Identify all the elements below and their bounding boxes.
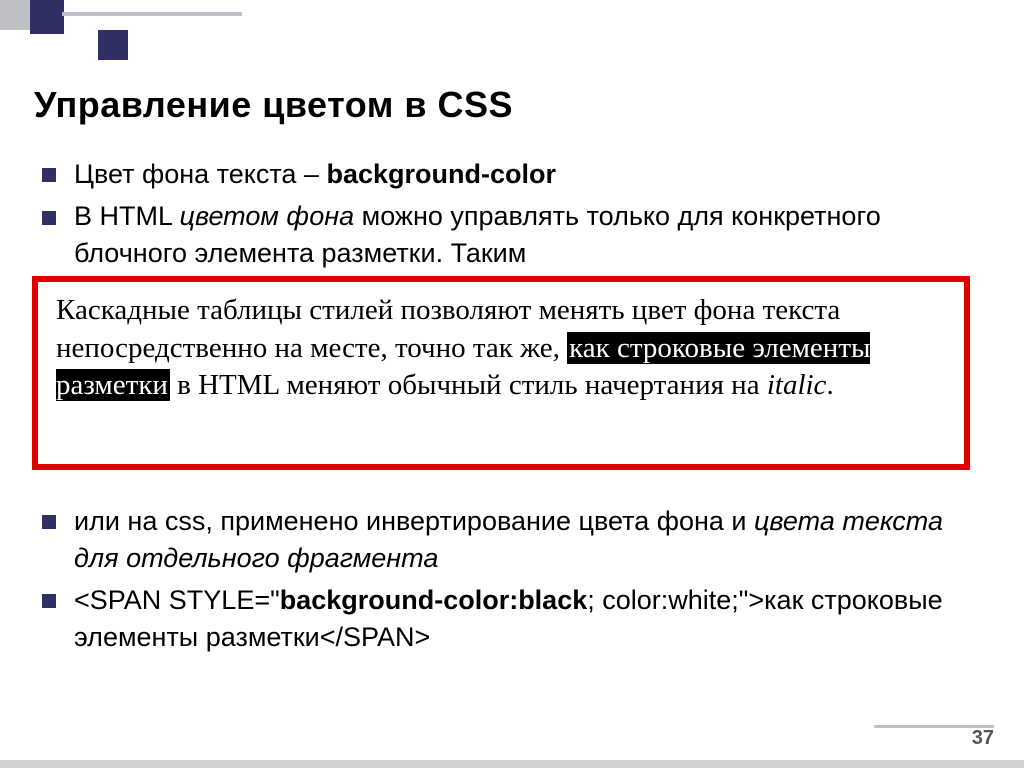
- after-box-spacer: или на css, применено инвертирование цве…: [34, 503, 990, 655]
- bullet-1: Цвет фона текста – background-color: [34, 156, 990, 192]
- deco-bar: [62, 12, 242, 16]
- bullet-list: Цвет фона текста – background-color В HT…: [34, 156, 990, 271]
- bullet-list-2: или на css, применено инвертирование цве…: [34, 503, 990, 655]
- bullet-1-text: Цвет фона текста –: [74, 159, 326, 189]
- bottom-edge: [0, 760, 1024, 768]
- example-period: .: [826, 369, 833, 401]
- bullet-1-bold: background-color: [326, 159, 556, 189]
- bullet-4-bold: background-color:black: [280, 585, 588, 615]
- example-line2a: в HTML меняют обычный стиль начертания н…: [170, 369, 767, 401]
- bullet-2: В HTML цветом фона можно управлять тольк…: [34, 198, 990, 271]
- bullet-4-a: <SPAN STYLE=": [74, 585, 280, 615]
- deco-square-navy-1: [30, 0, 64, 34]
- slide: Управление цветом в CSS Цвет фона текста…: [0, 0, 1024, 768]
- example-italic: italic: [767, 369, 827, 401]
- corner-decoration: [0, 0, 230, 60]
- bullet-2-a: В HTML: [74, 201, 180, 231]
- example-box: Каскадные таблицы стилей позволяют менят…: [32, 276, 970, 470]
- page-number: 37: [972, 727, 994, 750]
- bullet-3: или на css, применено инвертирование цве…: [34, 503, 990, 576]
- bullet-3-a: или на css, применено инвертирование цве…: [74, 506, 754, 536]
- bullet-4: <SPAN STYLE="background-color:black; col…: [34, 582, 990, 655]
- bullet-2-italic: цветом фона: [180, 201, 355, 231]
- deco-square-grey: [0, 0, 30, 30]
- slide-title: Управление цветом в CSS: [34, 84, 990, 126]
- deco-square-navy-2: [98, 30, 128, 60]
